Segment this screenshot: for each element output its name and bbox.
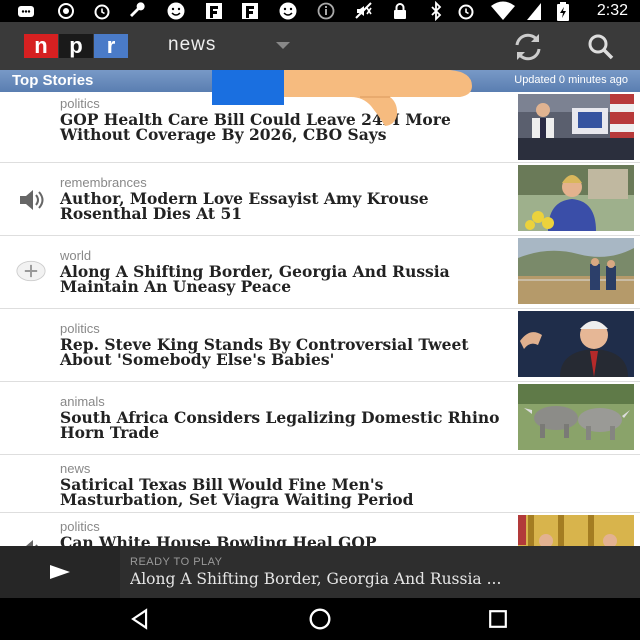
alarm-icon	[456, 1, 476, 21]
story-headline[interactable]: Satirical Texas Bill Would Fine Men's Ma…	[60, 477, 510, 508]
battery-charging-icon	[556, 1, 570, 21]
story-thumbnail[interactable]	[518, 311, 634, 377]
message-icon	[16, 1, 36, 21]
story-thumbnail[interactable]	[518, 165, 634, 231]
play-icon	[50, 565, 70, 579]
alarm-icon	[92, 1, 112, 21]
story-thumbnail[interactable]	[518, 515, 634, 546]
home-icon	[309, 608, 331, 630]
smiley-icon	[278, 1, 298, 21]
recents-button[interactable]	[478, 604, 518, 634]
speaker-icon[interactable]	[16, 535, 46, 546]
app-bar: n p r news	[0, 22, 640, 70]
info-icon	[316, 1, 336, 21]
flipboard-icon	[240, 1, 260, 21]
add-icon[interactable]	[16, 256, 46, 286]
logo-letter-r: r	[94, 33, 128, 58]
signal-icon	[526, 1, 542, 21]
play-button[interactable]	[0, 546, 120, 598]
home-button[interactable]	[300, 604, 340, 634]
story-item[interactable]: politics Rep. Steve King Stands By Contr…	[0, 309, 640, 382]
story-category: politics	[60, 96, 100, 111]
search-icon	[588, 34, 614, 60]
player-track-title[interactable]: Along A Shifting Border, Georgia And Rus…	[130, 570, 630, 588]
story-thumbnail[interactable]	[518, 238, 634, 304]
npr-logo[interactable]: n p r	[24, 33, 129, 58]
wifi-icon	[490, 1, 516, 21]
story-headline[interactable]: Author, Modern Love Essayist Amy Krouse …	[60, 191, 510, 222]
mute-icon	[354, 1, 374, 21]
clock-time: 2:32	[596, 2, 628, 19]
back-button[interactable]	[120, 604, 160, 634]
story-category: news	[60, 461, 91, 476]
story-headline[interactable]: Along A Shifting Border, Georgia And Rus…	[60, 264, 510, 295]
story-headline[interactable]: South Africa Considers Legalizing Domest…	[60, 410, 510, 441]
story-thumbnail[interactable]	[518, 384, 634, 450]
top-stories-title: Top Stories	[12, 72, 94, 89]
refresh-button[interactable]	[508, 30, 548, 64]
flipboard-icon	[204, 1, 224, 21]
story-item[interactable]: remembrances Author, Modern Love Essayis…	[0, 163, 640, 236]
search-button[interactable]	[584, 30, 618, 64]
logo-letter-p: p	[59, 33, 93, 58]
lock-icon	[390, 1, 410, 21]
section-dropdown[interactable]: news	[168, 34, 216, 56]
record-icon	[56, 1, 76, 21]
story-list: politics GOP Health Care Bill Could Leav…	[0, 92, 640, 546]
story-category: world	[60, 248, 92, 263]
story-headline[interactable]: Rep. Steve King Stands By Controversial …	[60, 337, 510, 368]
smiley-icon	[166, 1, 186, 21]
thumbs-down-hand-icon	[212, 70, 472, 126]
story-category: politics	[60, 519, 100, 534]
story-item[interactable]: animals South Africa Considers Legalizin…	[0, 382, 640, 455]
story-thumbnail[interactable]	[518, 94, 634, 160]
bluetooth-icon	[426, 1, 446, 21]
back-icon	[131, 608, 148, 630]
story-category: animals	[60, 394, 105, 409]
story-category: politics	[60, 321, 100, 336]
player-bar: READY TO PLAY Along A Shifting Border, G…	[0, 546, 640, 598]
story-item[interactable]: politics Can White House Bowling Heal GO…	[0, 513, 640, 546]
logo-letter-n: n	[24, 33, 58, 58]
refresh-icon	[515, 33, 541, 61]
story-item[interactable]: news Satirical Texas Bill Would Fine Men…	[0, 455, 640, 513]
wrench-icon	[128, 1, 148, 21]
updated-timestamp: Updated 0 minutes ago	[514, 74, 628, 86]
story-category: remembrances	[60, 175, 147, 190]
story-item[interactable]: world Along A Shifting Border, Georgia A…	[0, 236, 640, 309]
recents-icon	[489, 610, 507, 628]
player-status: READY TO PLAY	[130, 556, 223, 568]
story-headline[interactable]: Can White House Bowling Heal GOP	[60, 535, 510, 546]
status-bar: 2:32	[0, 0, 640, 22]
chevron-down-icon[interactable]	[276, 42, 290, 49]
speaker-icon[interactable]	[16, 185, 46, 215]
system-nav-bar	[0, 598, 640, 640]
